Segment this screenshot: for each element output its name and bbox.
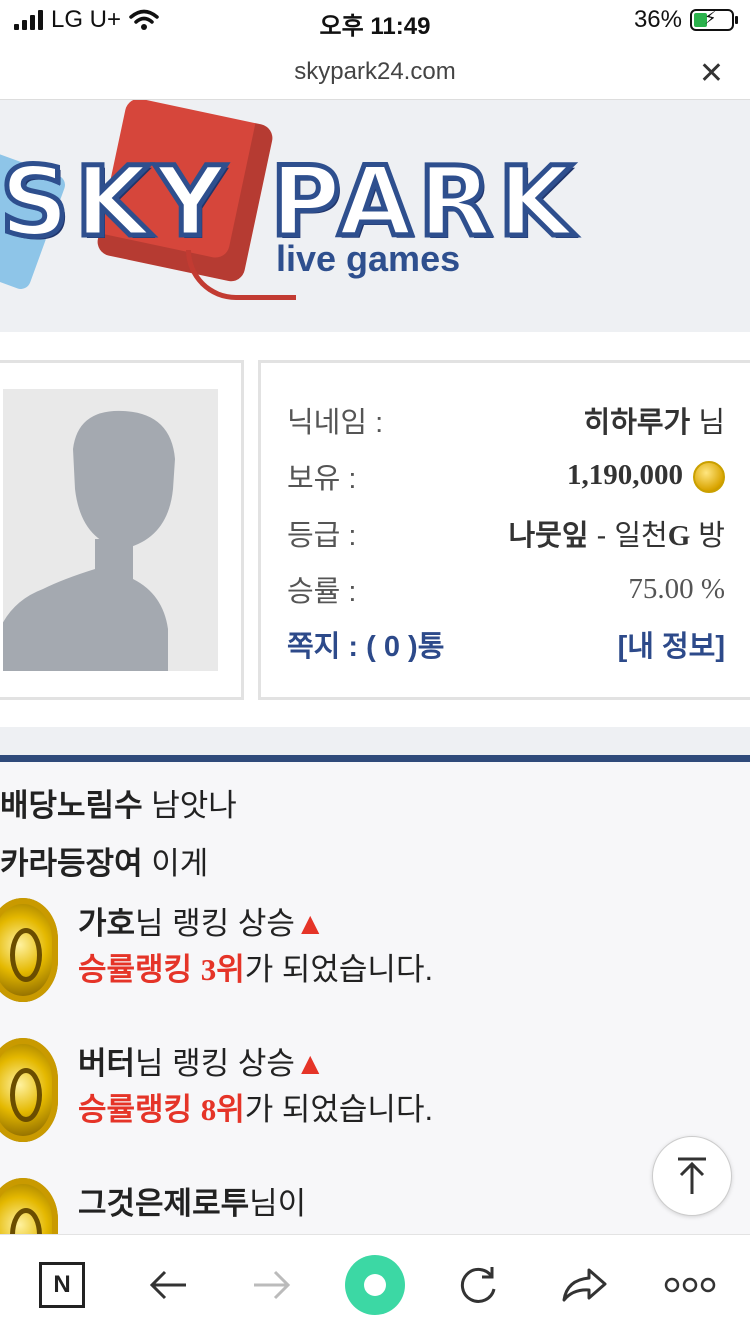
chat-text: 이게: [151, 846, 209, 881]
browser-toolbar: N: [0, 1234, 750, 1334]
holdings-value: 1,190,000: [567, 459, 683, 492]
rank-user[interactable]: 버터: [78, 1046, 135, 1081]
nickname-label: 닉네임 :: [287, 407, 384, 439]
winrate-value: 75.00 %: [628, 572, 725, 605]
more-button[interactable]: [660, 1259, 720, 1311]
grade-name: 나뭇잎: [508, 520, 589, 552]
message-link[interactable]: 쪽지 : ( 0 )통: [287, 623, 444, 665]
reload-button[interactable]: [450, 1259, 506, 1311]
arrow-left-icon: [149, 1270, 186, 1300]
arrow-up-icon: [678, 1157, 706, 1194]
holdings-row: 보유 : 1,190,000: [287, 451, 725, 501]
chat-line: 배당노림수 남앗나: [0, 780, 237, 825]
rank-headline: 가호님 랭킹 상승▲: [78, 898, 326, 943]
room-prefix: 일천: [614, 520, 668, 552]
url-text[interactable]: skypark24.com: [0, 58, 750, 86]
nickname-value: 히하루가 님: [584, 399, 725, 441]
nickname-row: 닉네임 : 히하루가 님: [287, 395, 725, 445]
site-banner[interactable]: SKY PARK live games: [0, 100, 750, 332]
rank-detail: 승률랭킹 8위가 되었습니다.: [78, 1084, 433, 1129]
status-bar: LG U+ 오후 11:49 36% ⚡: [0, 0, 750, 40]
rank-suffix: 님 랭킹 상승: [135, 1046, 295, 1081]
feed-top-border: [0, 755, 750, 762]
gold-coin-icon: [0, 1038, 58, 1142]
rank-up-icon: ▲: [294, 1046, 326, 1081]
green-dot-icon: [345, 1255, 405, 1315]
chat-line: 카라등장여 이게: [0, 838, 208, 883]
chat-user[interactable]: 배당노림수: [0, 788, 143, 823]
nickname: 히하루가: [583, 407, 691, 439]
holdings-value-wrap: 1,190,000: [567, 459, 725, 493]
message-row: 쪽지 : ( 0 )통 [내 정보]: [287, 619, 725, 669]
section-divider: [0, 727, 750, 755]
forward-button[interactable]: [244, 1259, 300, 1311]
rank-number: 3위: [200, 952, 245, 987]
rank-rest: 가 되었습니다.: [244, 1092, 434, 1127]
rank-type: 승률랭킹: [78, 952, 201, 987]
naver-home-button[interactable]: N: [34, 1259, 90, 1311]
rank-suffix: 님이: [249, 1186, 307, 1221]
activity-feed: 배당노림수 남앗나 카라등장여 이게 가호님 랭킹 상승▲ 승률랭킹 3위가 되…: [0, 762, 750, 1234]
winrate-label: 승률 :: [287, 576, 357, 608]
battery-icon: ⚡: [690, 8, 738, 31]
url-bar: skypark24.com ✕: [0, 44, 750, 100]
logo-subtitle: live games: [276, 238, 461, 279]
gold-coin-icon: [0, 898, 58, 1002]
rank-headline: 버터님 랭킹 상승▲: [78, 1038, 326, 1083]
grade-value: 나뭇잎 - 일천G 방: [508, 512, 725, 554]
room-suffix: 방: [690, 520, 725, 552]
rank-rest: 가 되었습니다.: [244, 952, 434, 987]
arrow-right-icon: [254, 1270, 291, 1300]
avatar-card: [0, 360, 244, 700]
winrate-row: 승률 : 75.00 %: [287, 564, 725, 614]
rank-type: 승률랭킹: [78, 1092, 201, 1127]
grade-row: 등급 : 나뭇잎 - 일천G 방: [287, 508, 725, 558]
scroll-top-button[interactable]: [652, 1136, 732, 1216]
grade-label: 등급 :: [287, 520, 357, 552]
back-button[interactable]: [140, 1259, 196, 1311]
green-dot-button[interactable]: [345, 1255, 405, 1315]
chat-text: 남앗나: [151, 788, 237, 823]
my-info-link[interactable]: [내 정보]: [618, 623, 725, 665]
close-icon[interactable]: ✕: [699, 56, 724, 91]
rank-user[interactable]: 그것은제로투: [78, 1186, 249, 1221]
share-button[interactable]: [556, 1259, 612, 1311]
rank-notice: 그것은제로투님이: [0, 1178, 750, 1234]
coin-icon: [693, 460, 725, 493]
room-g: G: [667, 520, 691, 552]
rank-number: 8위: [200, 1092, 245, 1127]
rank-notice: 버터님 랭킹 상승▲ 승률랭킹 8위가 되었습니다.: [0, 1038, 750, 1158]
rank-headline: 그것은제로투님이: [78, 1178, 306, 1223]
grade-separator: -: [588, 520, 615, 552]
rank-suffix: 님 랭킹 상승: [135, 906, 295, 941]
avatar: [3, 389, 218, 671]
rank-user[interactable]: 가호: [78, 906, 135, 941]
more-dots-icon: [664, 1277, 716, 1293]
chat-user[interactable]: 카라등장여: [0, 846, 143, 881]
nickname-suffix: 님: [698, 407, 725, 439]
holdings-label: 보유 :: [287, 463, 357, 495]
status-right: 36% ⚡: [633, 6, 738, 34]
gold-coin-icon: [0, 1178, 58, 1234]
battery-percent: 36%: [633, 6, 682, 33]
user-info-card: 닉네임 : 히하루가 님 보유 : 1,190,000 등급 : 나뭇잎 - 일…: [258, 360, 750, 700]
n-icon: N: [39, 1262, 85, 1308]
default-user-icon: [3, 410, 175, 671]
share-icon: [562, 1268, 607, 1302]
rank-notice: 가호님 랭킹 상승▲ 승률랭킹 3위가 되었습니다.: [0, 898, 750, 1018]
rank-up-icon: ▲: [294, 906, 326, 941]
reload-icon: [460, 1267, 496, 1303]
rank-detail: 승률랭킹 3위가 되었습니다.: [78, 944, 433, 989]
profile-section: 닉네임 : 히하루가 님 보유 : 1,190,000 등급 : 나뭇잎 - 일…: [0, 332, 750, 727]
